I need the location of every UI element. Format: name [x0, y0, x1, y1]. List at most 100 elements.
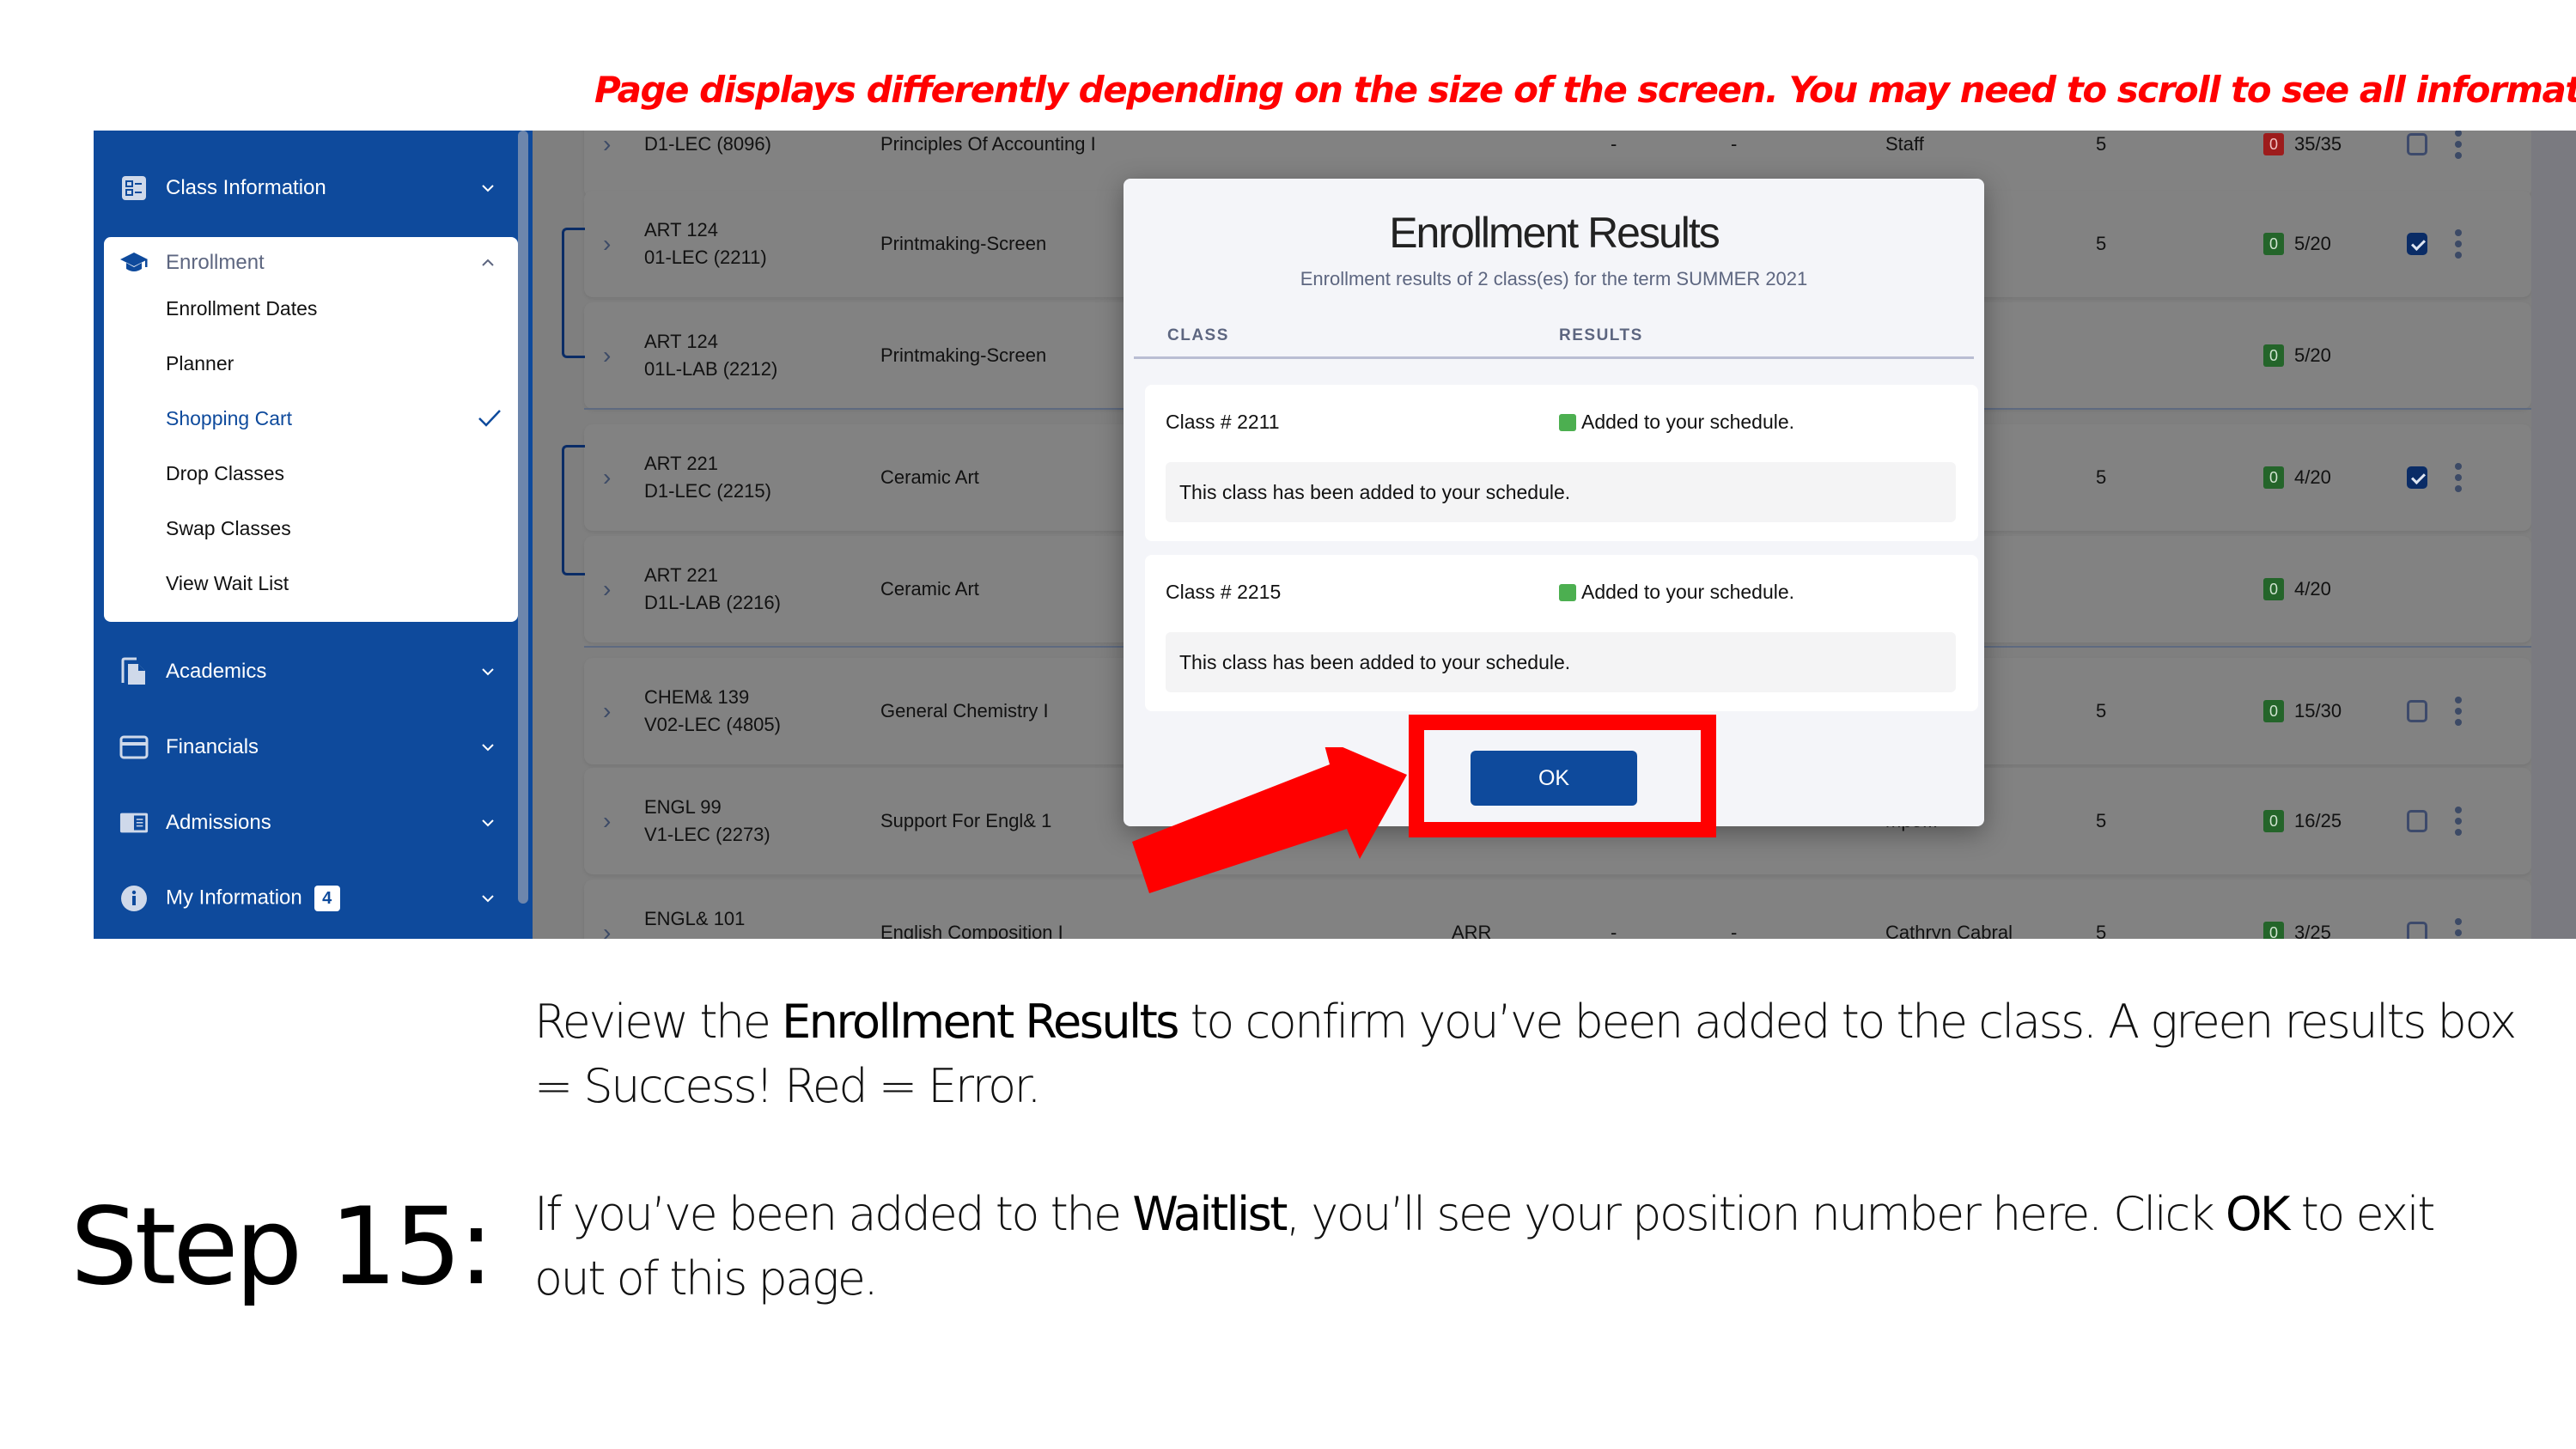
section-code: V02-LEC (4805)	[644, 714, 781, 735]
seat-availability: 0 3/25	[2263, 922, 2331, 939]
waitlist-badge: 0	[2263, 810, 2284, 832]
chevron-right-icon[interactable]: ›	[603, 697, 611, 725]
class-code: ART 221 D1-LEC (2215)	[644, 450, 771, 505]
more-options-icon[interactable]	[2455, 459, 2462, 496]
class-info-icon	[119, 174, 149, 203]
column-header-results: RESULTS	[1559, 326, 1643, 344]
course-code: ART 124	[644, 219, 719, 240]
class-code: CHEM& 139 V02-LEC (4805)	[644, 684, 781, 739]
info-icon	[119, 884, 149, 913]
seats-count: 15/30	[2294, 700, 2342, 721]
select-checkbox[interactable]	[2407, 466, 2427, 489]
waitlist-badge: 0	[2263, 922, 2284, 939]
success-indicator-icon	[1559, 583, 1576, 601]
select-checkbox[interactable]	[2407, 810, 2427, 832]
section-code: D1-LEC (8096)	[644, 133, 771, 155]
chevron-down-icon	[482, 668, 494, 676]
result-class-number: Class # 2215	[1166, 581, 1282, 603]
chevron-right-icon[interactable]: ›	[603, 342, 611, 369]
chevron-right-icon[interactable]: ›	[603, 919, 611, 939]
select-checkbox[interactable]	[2407, 922, 2427, 939]
subnav-shopping-cart[interactable]: Shopping Cart	[166, 407, 292, 430]
select-checkbox[interactable]	[2407, 700, 2427, 722]
seats-count: 3/25	[2294, 922, 2331, 939]
class-instructor: Cathryn Cabral	[1885, 907, 2013, 939]
sidebar-item-label: My Information 4	[166, 886, 340, 911]
linked-sections-bracket	[562, 228, 585, 358]
subnav-swap-classes[interactable]: Swap Classes	[166, 517, 291, 540]
chevron-right-icon[interactable]: ›	[603, 464, 611, 491]
more-options-icon[interactable]	[2455, 225, 2462, 263]
more-options-icon[interactable]	[2455, 802, 2462, 840]
class-days: -	[1611, 922, 1617, 939]
modal-subtitle: Enrollment results of 2 class(es) for th…	[1300, 268, 1808, 289]
seats-count: 5/20	[2294, 344, 2331, 366]
sidebar-item-my-information[interactable]: My Information 4	[94, 873, 506, 924]
class-row[interactable]: › ENGL& 101 D0-LEC (2282) English Compositi…	[584, 880, 2531, 939]
class-units: 5	[2096, 233, 2107, 254]
section-code: D1L-LAB (2216)	[644, 592, 781, 613]
chevron-right-icon[interactable]: ›	[603, 230, 611, 258]
sidebar-item-label: Admissions	[166, 811, 271, 834]
class-times: -	[1731, 922, 1738, 939]
chevron-right-icon[interactable]: ›	[603, 131, 611, 158]
class-title: General Chemistry I	[880, 700, 1049, 721]
chevron-up-icon	[482, 259, 494, 266]
course-code: ART 124	[644, 331, 719, 352]
class-units: 5	[2096, 466, 2107, 488]
instructor-name: Cathryn Cabral	[1885, 922, 2013, 939]
seats-count: 4/20	[2294, 466, 2331, 488]
class-times: -	[1731, 133, 1738, 155]
more-options-icon[interactable]	[2455, 914, 2462, 939]
seats-count: 16/25	[2294, 810, 2342, 831]
sidebar-item-label: Academics	[166, 660, 267, 683]
sidebar-scrollbar[interactable]	[518, 131, 528, 904]
result-card: Class # 2215 Added to your schedule. Thi…	[1145, 555, 1978, 711]
class-units: 5	[2096, 810, 2107, 831]
chevron-right-icon[interactable]: ›	[603, 575, 611, 603]
instruction-paragraph-2: If you’ve been added to the Waitlist, yo…	[534, 1187, 2435, 1306]
credit-card-icon	[119, 733, 149, 762]
sidebar-item-financials[interactable]: Financials	[94, 721, 506, 773]
class-code: ART 124 01L-LAB (2212)	[644, 328, 777, 383]
content-scrollbar-rail[interactable]	[2531, 131, 2576, 939]
subnav-drop-classes[interactable]: Drop Classes	[166, 462, 284, 485]
class-code: ART 124 01-LEC (2211)	[644, 216, 767, 271]
result-status: Added to your schedule.	[1559, 581, 1794, 604]
success-indicator-icon	[1559, 413, 1576, 431]
subnav-planner[interactable]: Planner	[166, 352, 234, 375]
instructor-name: Staff	[1885, 133, 1924, 155]
select-checkbox[interactable]	[2407, 233, 2427, 255]
sidebar-item-class-information[interactable]: Class Information	[94, 162, 506, 214]
result-class-number: Class # 2211	[1166, 411, 1280, 433]
class-mode: ARR	[1452, 922, 1492, 939]
result-status: Added to your schedule.	[1559, 411, 1794, 434]
section-code: V1-LEC (2273)	[644, 824, 770, 845]
seats-count: 5/20	[2294, 233, 2331, 254]
chevron-right-icon[interactable]: ›	[603, 807, 611, 835]
chevron-down-icon	[482, 895, 494, 903]
subnav-view-wait-list[interactable]: View Wait List	[166, 572, 289, 595]
more-options-icon[interactable]	[2455, 131, 2462, 163]
sidebar-item-admissions[interactable]: Admissions	[94, 797, 506, 849]
subnav-enrollment-dates[interactable]: Enrollment Dates	[166, 297, 317, 320]
step-label: Step 15:	[70, 1185, 494, 1309]
linked-sections-bracket	[562, 445, 585, 575]
checkmark-icon	[478, 410, 501, 427]
seats-count: 4/20	[2294, 578, 2331, 600]
section-code: 01L-LAB (2212)	[644, 358, 778, 380]
instruction-caption: Page displays differently depending on t…	[594, 69, 2576, 111]
class-title: Printmaking-Screen	[880, 233, 1047, 254]
sidebar-item-label: Enrollment	[166, 251, 265, 274]
waitlist-badge: 0	[2263, 233, 2284, 255]
sidebar-item-enrollment[interactable]: Enrollment	[94, 237, 506, 289]
class-code: D1-LEC (8096)	[644, 131, 771, 158]
sidebar-item-academics[interactable]: Academics	[94, 646, 506, 697]
select-checkbox[interactable]	[2407, 133, 2427, 155]
seat-availability: 0 4/20	[2263, 578, 2331, 600]
seat-availability: 0 5/20	[2263, 344, 2331, 367]
more-options-icon[interactable]	[2455, 692, 2462, 730]
seat-availability: 0 35/35	[2263, 133, 2342, 155]
section-code: D1-LEC (2215)	[644, 480, 771, 502]
chevron-down-icon	[482, 744, 494, 752]
